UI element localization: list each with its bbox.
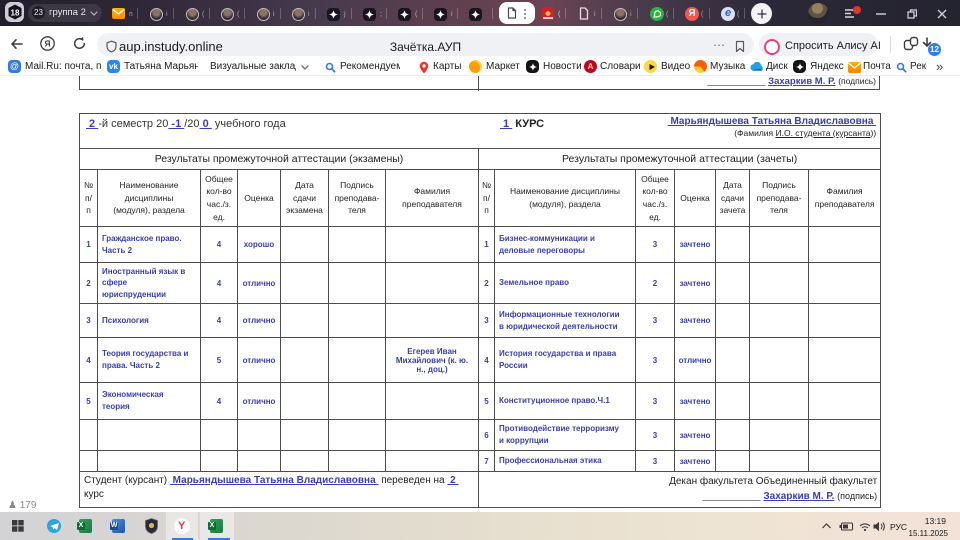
svg-text:18: 18 xyxy=(10,9,19,18)
svg-text:Я: Я xyxy=(44,39,50,49)
